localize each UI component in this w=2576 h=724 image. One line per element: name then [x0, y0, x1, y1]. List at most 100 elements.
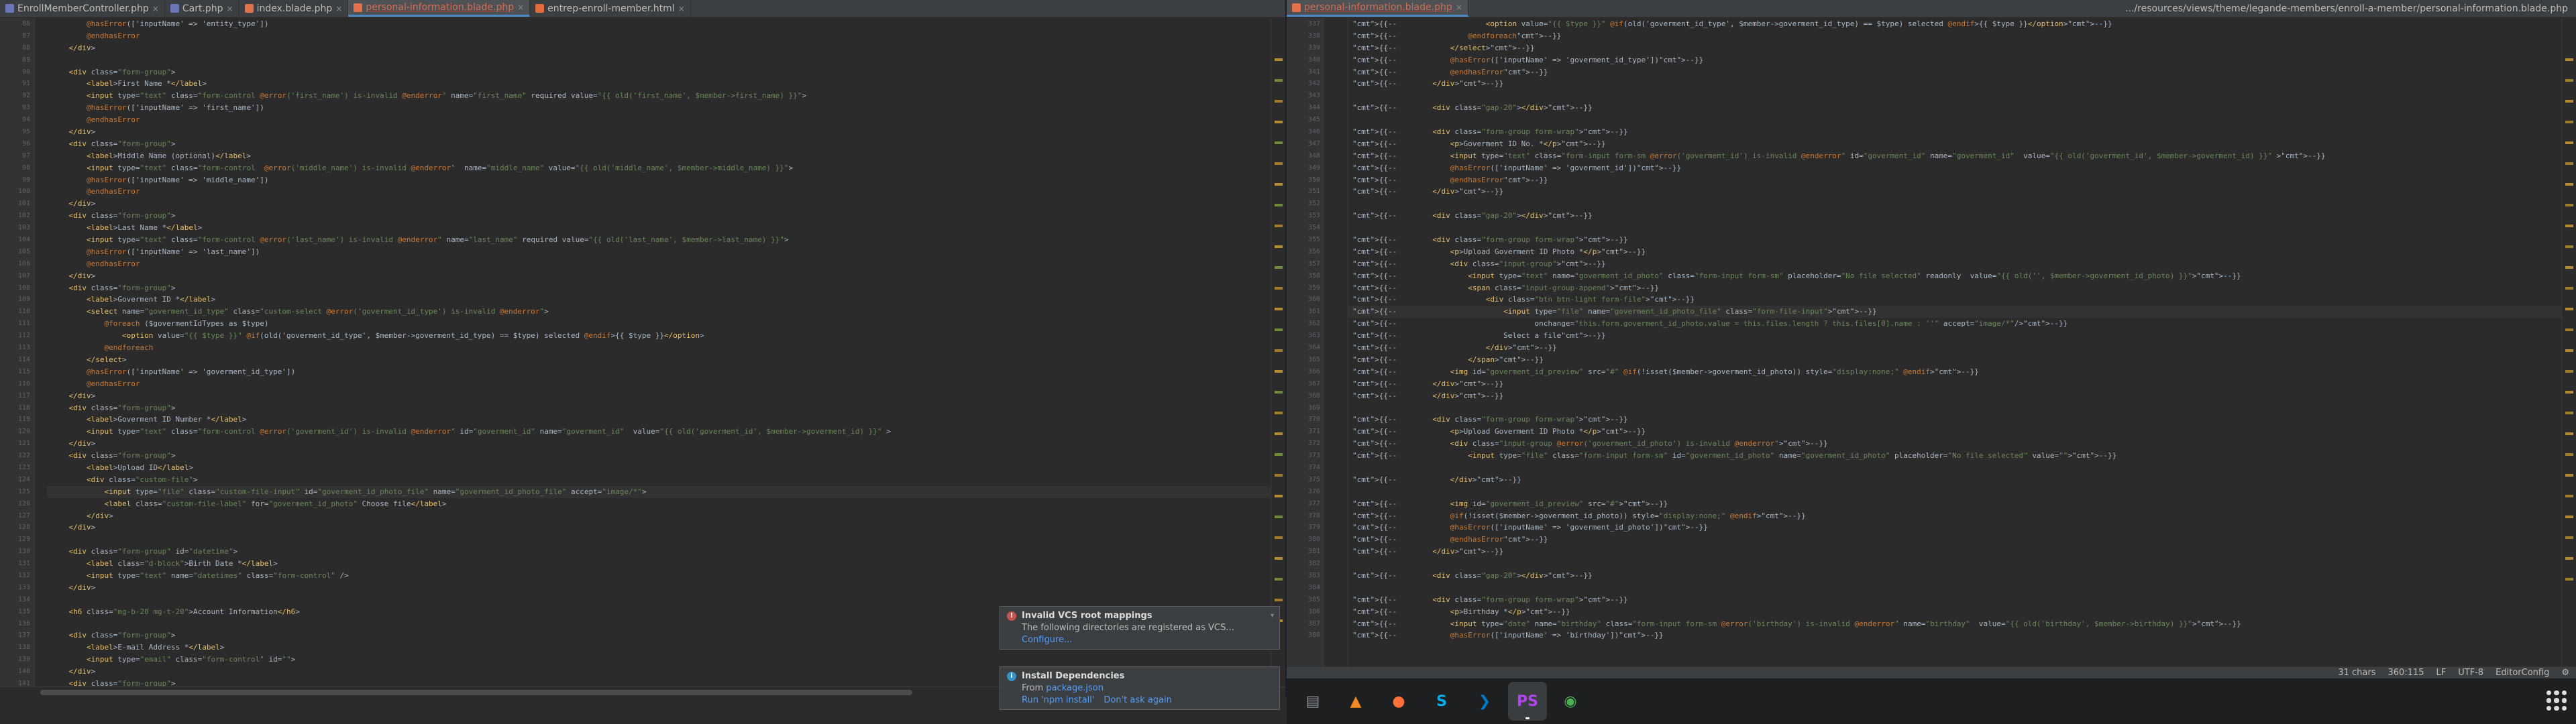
code-line[interactable]: [1348, 582, 2561, 594]
stripe-marker[interactable]: [1275, 121, 1283, 123]
code-line[interactable]: [1348, 114, 2561, 126]
code-line[interactable]: "cmt">{{-- @endhasError"cmt">--}}: [1348, 534, 2561, 546]
code-line[interactable]: <div class="form-group">: [47, 138, 1271, 150]
code-line[interactable]: <label>Goverment ID *</label>: [47, 294, 1271, 306]
code-line[interactable]: @endhasError: [47, 114, 1271, 126]
code-line[interactable]: "cmt">{{-- </div>"cmt">--}}: [1348, 342, 2561, 354]
editor-config[interactable]: EditorConfig: [2496, 668, 2549, 678]
code-line[interactable]: </div>: [47, 198, 1271, 210]
firefox-icon[interactable]: ●: [1379, 682, 1418, 721]
code-line[interactable]: <div class="form-group">: [47, 210, 1271, 222]
code-line[interactable]: "cmt">{{-- </div>"cmt">--}}: [1348, 78, 2561, 90]
code-line[interactable]: "cmt">{{-- <div class="form-group form-w…: [1348, 234, 2561, 246]
stripe-marker[interactable]: [2565, 391, 2573, 394]
code-line[interactable]: @endhasError: [47, 30, 1271, 42]
stripe-marker[interactable]: [2565, 349, 2573, 352]
code-line[interactable]: [47, 534, 1271, 546]
stripe-marker[interactable]: [2565, 58, 2573, 61]
code-line[interactable]: "cmt">{{-- <input type="text" class="for…: [1348, 150, 2561, 162]
app-grid-icon[interactable]: [2546, 690, 2567, 711]
code-line[interactable]: <input type="text" class="form-control @…: [47, 162, 1271, 174]
stripe-marker[interactable]: [2565, 453, 2573, 456]
dont-ask-again-link[interactable]: Don't ask again: [1104, 695, 1171, 705]
code-line[interactable]: <input type="text" name="datetimes" clas…: [47, 570, 1271, 582]
code-line[interactable]: "cmt">{{-- </div>"cmt">--}}: [1348, 186, 2561, 198]
stripe-marker[interactable]: [2565, 412, 2573, 414]
stripe-marker[interactable]: [1275, 578, 1283, 581]
stripe-marker[interactable]: [1275, 225, 1283, 227]
close-icon[interactable]: ×: [335, 4, 342, 13]
stripe-marker[interactable]: [1275, 183, 1283, 186]
code-line[interactable]: "cmt">{{-- </div>"cmt">--}}: [1348, 390, 2561, 402]
code-line[interactable]: </select>: [47, 354, 1271, 366]
code-line[interactable]: <label class="d-block">Birth Date *</lab…: [47, 558, 1271, 570]
stripe-marker[interactable]: [1275, 204, 1283, 206]
code-line[interactable]: "cmt">{{-- <input type="file" name="gove…: [1348, 306, 2561, 318]
code-line[interactable]: "cmt">{{-- <option value="{{ $type }}" @…: [1348, 18, 2561, 30]
code-line[interactable]: "cmt">{{-- @endhasError"cmt">--}}: [1348, 174, 2561, 186]
stripe-marker[interactable]: [2565, 183, 2573, 186]
vcs-notification[interactable]: ! ▾ Invalid VCS root mappings The follow…: [1000, 606, 1280, 650]
stripe-marker[interactable]: [2565, 432, 2573, 435]
code-line[interactable]: "cmt">{{-- <div class="btn btn-light for…: [1348, 294, 2561, 306]
stripe-marker[interactable]: [1275, 349, 1283, 352]
code-line[interactable]: </div>: [47, 522, 1271, 534]
code-line[interactable]: </div>: [47, 270, 1271, 282]
right-error-stripe[interactable]: [2561, 18, 2576, 697]
code-line[interactable]: @hasError(['inputName' => 'first_name']): [47, 102, 1271, 114]
code-line[interactable]: "cmt">{{-- @hasError(['inputName' => 'bi…: [1348, 629, 2561, 642]
code-line[interactable]: "cmt">{{-- </span>"cmt">--}}: [1348, 354, 2561, 366]
stripe-marker[interactable]: [1275, 141, 1283, 144]
code-line[interactable]: "cmt">{{-- <p>Birthday *</p>"cmt">--}}: [1348, 606, 2561, 618]
code-line[interactable]: <div class="custom-file">: [47, 474, 1271, 486]
stripe-marker[interactable]: [1275, 474, 1283, 477]
caret-position[interactable]: 360:115: [2388, 668, 2424, 678]
right-fold-column[interactable]: [1324, 18, 1348, 697]
tab-personal-information-blade-php[interactable]: personal-information.blade.php ×: [348, 0, 531, 17]
stripe-marker[interactable]: [2565, 308, 2573, 310]
stripe-marker[interactable]: [2565, 225, 2573, 227]
code-line[interactable]: "cmt">{{-- <div class="gap-20"></div>"cm…: [1348, 102, 2561, 114]
stripe-marker[interactable]: [1275, 266, 1283, 269]
left-error-stripe[interactable]: [1271, 18, 1285, 697]
stripe-marker[interactable]: [1275, 432, 1283, 435]
code-line[interactable]: "cmt">{{-- <div class="form-group form-w…: [1348, 594, 2561, 606]
code-line[interactable]: "cmt">{{-- @hasError(['inputName' => 'go…: [1348, 54, 2561, 66]
stripe-marker[interactable]: [1275, 58, 1283, 61]
code-line[interactable]: <input type="email" class="form-control"…: [47, 654, 1271, 666]
left-fold-column[interactable]: [35, 18, 47, 697]
code-line[interactable]: "cmt">{{-- <div class="form-group form-w…: [1348, 414, 2561, 426]
close-icon[interactable]: ×: [678, 4, 685, 13]
code-line[interactable]: "cmt">{{-- <p>Upload Goverment ID Photo …: [1348, 426, 2561, 438]
chrome-icon[interactable]: ◉: [1551, 682, 1590, 721]
stripe-marker[interactable]: [2565, 162, 2573, 165]
close-icon[interactable]: ×: [152, 4, 159, 13]
tab-cart-php[interactable]: Cart.php ×: [165, 0, 239, 17]
code-line[interactable]: [1348, 198, 2561, 210]
stripe-marker[interactable]: [2565, 266, 2573, 269]
code-line[interactable]: </div>: [47, 510, 1271, 522]
line-separator[interactable]: LF: [2436, 668, 2447, 678]
code-line[interactable]: "cmt">{{-- <div class="input-group">"cmt…: [1348, 258, 2561, 270]
tab-right-personal-information[interactable]: personal-information.blade.php ×: [1287, 0, 1468, 17]
code-line[interactable]: <label>Last Name *</label>: [47, 222, 1271, 234]
code-line[interactable]: "cmt">{{-- @if(!isset($member->goverment…: [1348, 510, 2561, 522]
phpstorm-icon[interactable]: PS: [1508, 682, 1547, 721]
code-line[interactable]: </div>: [47, 438, 1271, 450]
code-line[interactable]: [47, 594, 1271, 606]
code-line[interactable]: "cmt">{{-- @hasError(['inputName' => 'go…: [1348, 162, 2561, 174]
stripe-marker[interactable]: [2565, 100, 2573, 103]
right-code-area[interactable]: "cmt">{{-- <option value="{{ $type }}" @…: [1348, 18, 2561, 697]
close-icon[interactable]: ×: [1456, 3, 1462, 12]
code-line[interactable]: <div class="form-group">: [47, 450, 1271, 462]
code-line[interactable]: [1348, 486, 2561, 498]
code-line[interactable]: "cmt">{{-- <div class="input-group @erro…: [1348, 438, 2561, 450]
stripe-marker[interactable]: [1275, 536, 1283, 539]
code-line[interactable]: [1348, 558, 2561, 570]
stripe-marker[interactable]: [2565, 495, 2573, 497]
code-line[interactable]: "cmt">{{-- <input type="file" class="for…: [1348, 450, 2561, 462]
tab-enrollmembercontroller-php[interactable]: EnrollMemberController.php ×: [0, 0, 165, 17]
stripe-marker[interactable]: [2565, 79, 2573, 82]
tab-index-blade-php[interactable]: index.blade.php ×: [239, 0, 349, 17]
code-line[interactable]: </div>: [47, 126, 1271, 138]
